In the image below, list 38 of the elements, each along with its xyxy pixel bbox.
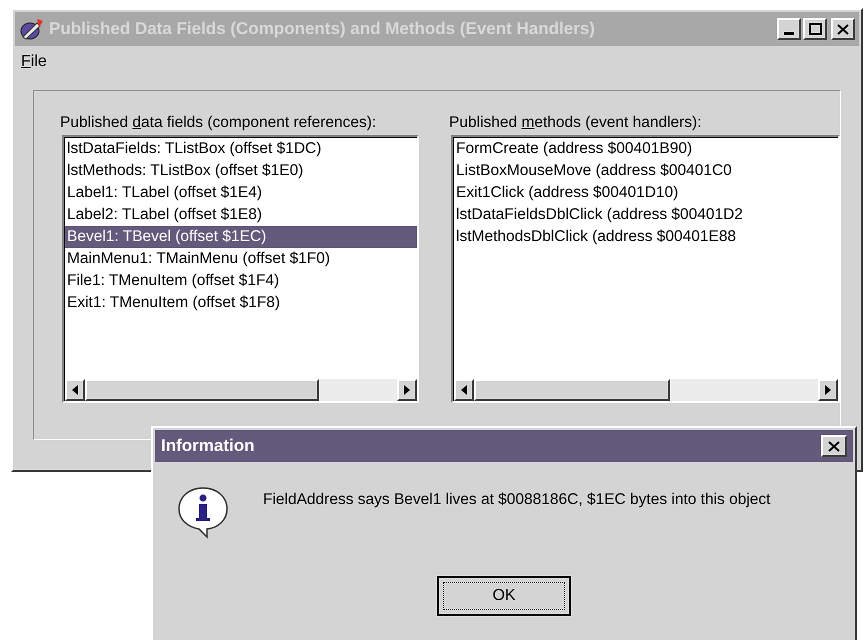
dialog-message: FieldAddress says Bevel1 lives at $0088186C, $1EC bytes into this object	[263, 490, 772, 510]
left-arrow-icon	[461, 385, 468, 395]
minimize-button[interactable]	[777, 18, 801, 40]
list-label: Published methods (event handlers):	[449, 113, 703, 133]
list-item[interactable]: Exit1: TMenuItem (offset $1F8)	[65, 292, 418, 314]
list-item[interactable]: FormCreate (address $00401B90)	[454, 138, 838, 160]
list-item[interactable]: ListBoxMouseMove (address $00401C0	[454, 160, 838, 182]
right-arrow-icon	[825, 385, 831, 395]
list-item[interactable]: File1: TMenuItem (offset $1F4)	[65, 270, 418, 292]
list-item[interactable]: lstDataFieldsDblClick (address $00401D2	[454, 204, 838, 226]
list-item[interactable]: Bevel1: TBevel (offset $1EC)	[65, 226, 418, 248]
list-item[interactable]: lstDataFields: TListBox (offset $1DC)	[65, 138, 418, 160]
list-item[interactable]: Label1: TLabel (offset $1E4)	[65, 182, 418, 204]
list-item[interactable]: lstMethods: TListBox (offset $1E0)	[65, 160, 418, 182]
scrollbar-thumb[interactable]	[474, 379, 670, 401]
scroll-right-button[interactable]	[818, 379, 838, 401]
menu-item[interactable]: File	[19, 50, 49, 74]
dialog-title: Information	[161, 435, 254, 458]
close-icon	[837, 24, 849, 34]
scroll-right-button[interactable]	[397, 379, 418, 401]
list-item[interactable]: Label2: TLabel (offset $1E8)	[65, 204, 418, 226]
scroll-left-button[interactable]	[454, 379, 474, 401]
app-icon	[19, 17, 45, 41]
minimize-icon	[784, 32, 794, 35]
maximize-icon	[808, 23, 822, 35]
list-label: Published data fields (component references):	[60, 113, 378, 133]
ok-button[interactable]: OK	[437, 576, 571, 616]
right-arrow-icon	[404, 385, 410, 395]
scroll-left-button[interactable]	[65, 379, 85, 401]
list-item[interactable]: lstMethodsDblClick (address $00401E88	[454, 226, 838, 248]
list-item[interactable]: Exit1Click (address $00401D10)	[454, 182, 838, 204]
scrollbar-thumb[interactable]	[85, 379, 319, 401]
maximize-button[interactable]	[803, 18, 827, 40]
left-arrow-icon	[72, 385, 78, 395]
dialog-close-button[interactable]	[821, 435, 847, 457]
close-button[interactable]	[831, 18, 855, 40]
close-icon	[828, 440, 840, 452]
list-item[interactable]: MainMenu1: TMainMenu (offset $1F0)	[65, 248, 418, 270]
